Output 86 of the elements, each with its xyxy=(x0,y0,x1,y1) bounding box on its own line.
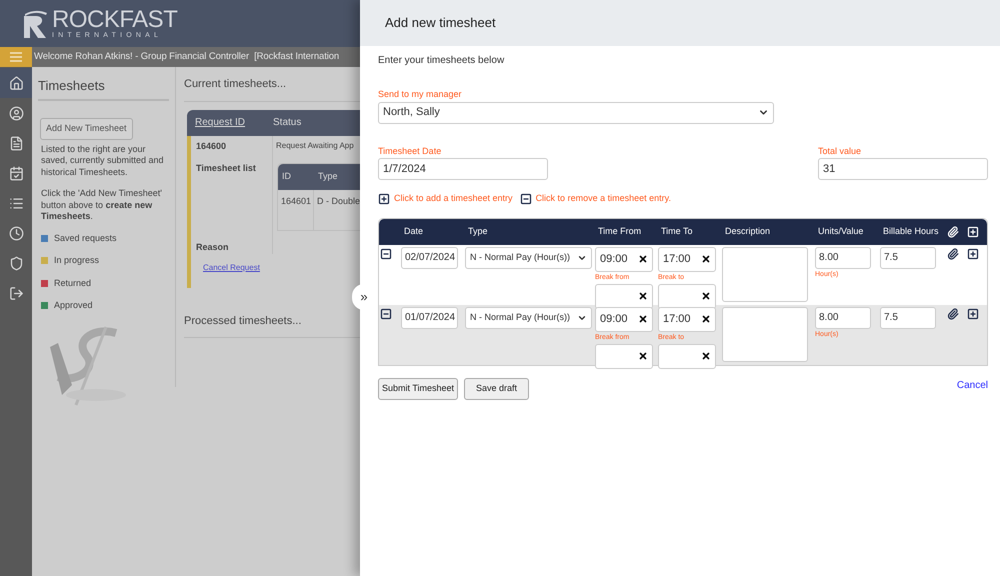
legend-label: In progress xyxy=(54,254,100,267)
sidebar-intro: Listed to the right are your saved, currently submitted and historical Timesheets. xyxy=(41,144,165,178)
date-field[interactable]: 1/7/2024 xyxy=(378,158,548,180)
field-label: Total value xyxy=(818,144,862,158)
welcome-text: Welcome Rohan Atkins! - Group Financial Controller [Rockfast Internation xyxy=(34,50,340,64)
paperclip-icon xyxy=(947,226,959,238)
sidebar-hint: Click the 'Add New Timesheet' button above to create new Timesheets. xyxy=(41,188,163,222)
request-id: 164600 xyxy=(196,140,228,152)
logo-icon xyxy=(22,10,48,38)
paperclip-icon[interactable] xyxy=(947,248,959,260)
home-icon[interactable] xyxy=(8,76,24,90)
units-field[interactable]: 8.00 xyxy=(815,246,871,268)
type-select[interactable]: N - Normal Pay (Hour(s)) xyxy=(465,306,592,328)
remove-row-icon[interactable] xyxy=(380,308,392,320)
intro-text: Enter your timesheets below xyxy=(378,54,506,68)
cancel-request-link[interactable]: Cancel Request xyxy=(203,262,260,272)
clear-icon[interactable] xyxy=(701,351,711,361)
request-status: Request Awaiting App xyxy=(276,140,355,152)
break-to-field[interactable] xyxy=(658,284,716,308)
remove-row-icon[interactable] xyxy=(380,248,392,260)
column-header: Date xyxy=(403,224,424,238)
field-label: Timesheet Date xyxy=(378,144,442,158)
row-label: Reason xyxy=(196,240,230,254)
table-cell-text: D - Double xyxy=(316,194,360,208)
clear-icon[interactable] xyxy=(701,291,711,301)
legend-label: Returned xyxy=(54,276,92,290)
units-field[interactable]: 8.00 xyxy=(815,306,871,328)
clear-icon[interactable] xyxy=(701,254,711,264)
table-cell: 164601 xyxy=(278,190,314,230)
total-field[interactable]: 31 xyxy=(818,158,988,180)
column-header: Status xyxy=(273,116,302,130)
break-to-field[interactable] xyxy=(658,344,716,368)
document-icon[interactable] xyxy=(8,136,24,150)
time-to-field[interactable]: 17:00 xyxy=(658,306,716,332)
calendar-icon[interactable] xyxy=(8,166,24,180)
clear-icon[interactable] xyxy=(701,314,711,324)
column-header: Type xyxy=(317,170,338,183)
column-header: Type xyxy=(467,224,489,238)
add-row-icon[interactable] xyxy=(967,308,979,320)
add-entry-icon[interactable] xyxy=(378,192,390,205)
clear-icon[interactable] xyxy=(638,291,648,301)
column-header: Time From xyxy=(597,224,642,238)
row-label: Timesheet list xyxy=(196,162,257,175)
break-from-field[interactable] xyxy=(595,344,653,368)
remove-entry-hint: Click to remove a timesheet entry. xyxy=(536,192,671,205)
add-entry-hint: Click to add a timesheet entry xyxy=(394,192,513,205)
time-to-field[interactable]: 17:00 xyxy=(658,246,716,272)
column-header-link[interactable]: Request ID xyxy=(187,115,273,130)
column-header: Billable Hours xyxy=(882,224,940,238)
column-header: Description xyxy=(724,224,772,238)
profile-icon[interactable] xyxy=(8,106,24,120)
paperclip-icon[interactable] xyxy=(947,308,959,320)
time-from-field[interactable]: 09:00 xyxy=(595,246,653,272)
form-button[interactable]: Submit Timesheet xyxy=(378,378,458,400)
legend-label: Saved requests xyxy=(54,232,117,245)
billable-field[interactable]: 7.5 xyxy=(880,306,936,328)
date-field[interactable]: 02/07/2024 xyxy=(401,246,458,268)
clear-icon[interactable] xyxy=(638,351,648,361)
clock-icon[interactable] xyxy=(8,226,24,240)
date-field[interactable]: 01/07/2024 xyxy=(401,306,458,328)
break-from-field[interactable] xyxy=(595,284,653,308)
column-header: ID xyxy=(281,170,292,183)
form-button[interactable]: Save draft xyxy=(464,378,529,400)
clear-icon[interactable] xyxy=(638,254,648,264)
manager-select[interactable]: North, Sally xyxy=(378,102,774,124)
logo-name: ROCKFAST xyxy=(52,8,178,32)
list-icon[interactable] xyxy=(8,196,24,210)
remove-entry-icon[interactable] xyxy=(520,192,532,205)
legend-label: Approved xyxy=(54,299,93,312)
sidebar-title: Timesheets xyxy=(38,76,169,100)
add-row-icon[interactable] xyxy=(967,248,979,260)
logout-icon[interactable] xyxy=(8,286,24,300)
cancel-link[interactable]: Cancel xyxy=(956,378,988,392)
add-timesheet-button[interactable]: Add New Timesheet xyxy=(40,118,133,140)
billable-field[interactable]: 7.5 xyxy=(880,246,936,268)
description-field[interactable] xyxy=(722,246,808,302)
type-select[interactable]: N - Normal Pay (Hour(s)) xyxy=(465,246,592,268)
drawer-title: Add new timesheet xyxy=(385,14,496,32)
description-field[interactable] xyxy=(722,306,808,362)
field-label: Send to my manager xyxy=(378,88,463,101)
time-from-field[interactable]: 09:00 xyxy=(595,306,653,332)
column-header: Time To xyxy=(660,224,694,238)
nav-item[interactable] xyxy=(0,68,32,98)
clear-icon[interactable] xyxy=(638,314,648,324)
shield-icon[interactable] xyxy=(8,256,24,270)
column-header: Units/Value xyxy=(817,224,864,238)
